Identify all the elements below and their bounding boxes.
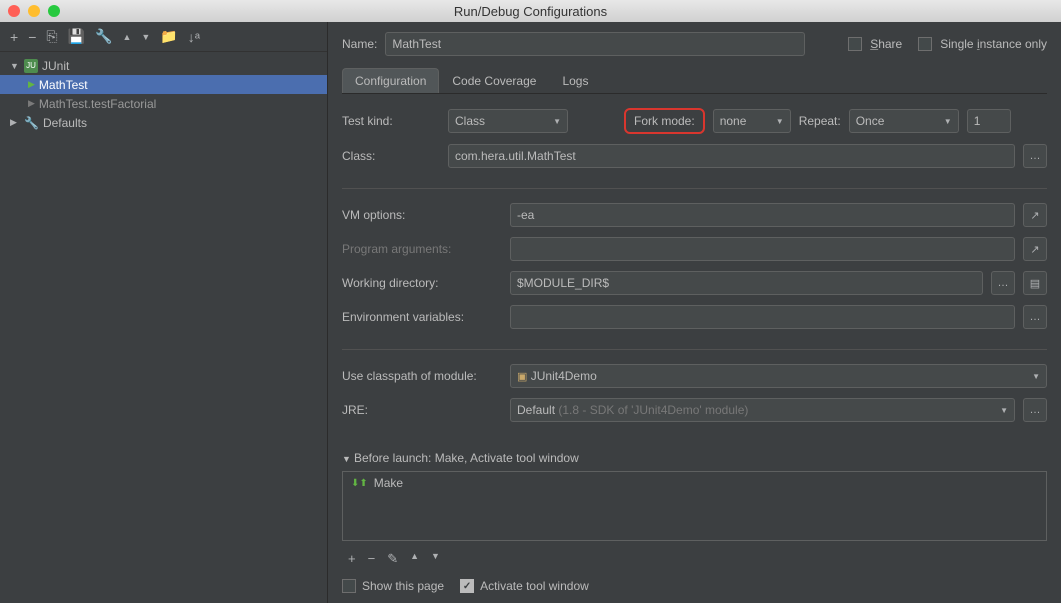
- module-icon: ▣: [517, 371, 527, 383]
- share-label: SSharehare: [870, 37, 902, 51]
- run-arrow-icon: ▶: [28, 79, 35, 90]
- remove-config-icon[interactable]: −: [28, 29, 36, 45]
- run-arrow-icon: ▶: [28, 98, 35, 109]
- junit-icon: JU: [24, 59, 38, 73]
- tree-label: MathTest: [39, 78, 88, 92]
- collapsed-arrow-icon: ▶: [10, 117, 20, 128]
- maximize-window-button[interactable]: [48, 5, 60, 17]
- test-kind-label: Test kind:: [342, 114, 440, 128]
- sort-icon[interactable]: ↓ᵃ: [188, 29, 200, 45]
- classpath-select[interactable]: ▣ JUnit4Demo ▼: [510, 364, 1047, 388]
- name-input[interactable]: [385, 32, 805, 56]
- tab-configuration[interactable]: Configuration: [342, 68, 439, 93]
- move-down-icon[interactable]: ▼: [141, 32, 150, 42]
- expand-vm-button[interactable]: ↗: [1023, 203, 1047, 227]
- config-tree: ▼ JU JUnit ▶ MathTest ▶ MathTest.testFac…: [0, 52, 327, 603]
- show-page-label: Show this page: [362, 579, 444, 593]
- add-task-icon[interactable]: +: [348, 551, 356, 567]
- tabs: Configuration Code Coverage Logs: [342, 68, 1047, 94]
- fork-mode-select[interactable]: none▼: [713, 109, 791, 133]
- browse-class-button[interactable]: …: [1023, 144, 1047, 168]
- single-instance-checkbox[interactable]: [918, 37, 932, 51]
- share-checkbox[interactable]: [848, 37, 862, 51]
- expand-args-button[interactable]: ↗: [1023, 237, 1047, 261]
- tree-label: MathTest.testFactorial: [39, 97, 156, 111]
- workdir-label: Working directory:: [342, 276, 502, 290]
- add-config-icon[interactable]: +: [10, 29, 18, 45]
- launch-item-make[interactable]: ⬇⬆ Make: [343, 472, 1046, 494]
- launch-toolbar: + − ✎ ▲ ▼: [342, 547, 1047, 571]
- content-panel: Name: SSharehare Single instance only Co…: [328, 22, 1061, 603]
- repeat-count-input[interactable]: [967, 109, 1011, 133]
- minimize-window-button[interactable]: [28, 5, 40, 17]
- close-window-button[interactable]: [8, 5, 20, 17]
- show-page-checkbox[interactable]: [342, 579, 356, 593]
- edit-task-icon[interactable]: ✎: [387, 551, 398, 567]
- vm-options-input[interactable]: [510, 203, 1015, 227]
- move-task-down-icon[interactable]: ▼: [431, 551, 440, 567]
- sidebar: + − ⎘ 💾 🔧 ▲ ▼ 📁 ↓ᵃ ▼ JU JUnit ▶ MathTest…: [0, 22, 328, 603]
- repeat-select[interactable]: Once▼: [849, 109, 959, 133]
- env-input[interactable]: [510, 305, 1015, 329]
- folder-icon[interactable]: 📁: [160, 28, 177, 45]
- tree-node-testfactorial[interactable]: ▶ MathTest.testFactorial: [0, 94, 327, 113]
- expand-arrow-icon: ▼: [10, 61, 20, 71]
- browse-workdir-button[interactable]: …: [991, 271, 1015, 295]
- wrench-icon: 🔧: [24, 116, 39, 130]
- save-config-icon[interactable]: 💾: [68, 28, 85, 45]
- browse-jre-button[interactable]: …: [1023, 398, 1047, 422]
- jre-select[interactable]: Default (1.8 - SDK of 'JUnit4Demo' modul…: [510, 398, 1015, 422]
- fork-mode-highlight: Fork mode:: [624, 108, 705, 134]
- env-label: Environment variables:: [342, 310, 502, 324]
- window-title: Run/Debug Configurations: [454, 4, 607, 19]
- chevron-down-icon: ▼: [944, 117, 952, 126]
- tree-node-junit[interactable]: ▼ JU JUnit: [0, 56, 327, 75]
- tree-label: Defaults: [43, 116, 87, 130]
- move-up-icon[interactable]: ▲: [122, 32, 131, 42]
- repeat-label: Repeat:: [799, 114, 841, 128]
- chevron-down-icon: ▼: [553, 117, 561, 126]
- remove-task-icon[interactable]: −: [368, 551, 376, 567]
- window-titlebar: Run/Debug Configurations: [0, 0, 1061, 22]
- chevron-down-icon: ▼: [1032, 372, 1040, 381]
- chevron-down-icon: ▼: [776, 117, 784, 126]
- class-input[interactable]: [448, 144, 1015, 168]
- program-args-label: Program arguments:: [342, 242, 502, 256]
- sidebar-toolbar: + − ⎘ 💾 🔧 ▲ ▼ 📁 ↓ᵃ: [0, 22, 327, 52]
- collapse-arrow-icon: ▼: [342, 454, 351, 464]
- workdir-input[interactable]: [510, 271, 983, 295]
- program-args-input[interactable]: [510, 237, 1015, 261]
- vm-options-label: VM options:: [342, 208, 502, 222]
- settings-icon[interactable]: 🔧: [95, 28, 112, 45]
- browse-env-button[interactable]: …: [1023, 305, 1047, 329]
- move-task-up-icon[interactable]: ▲: [410, 551, 419, 567]
- single-instance-label: Single instance only: [940, 37, 1047, 51]
- test-kind-select[interactable]: Class▼: [448, 109, 568, 133]
- activate-checkbox[interactable]: ✓: [460, 579, 474, 593]
- tree-node-mathtest[interactable]: ▶ MathTest: [0, 75, 327, 94]
- activate-label: Activate tool window: [480, 579, 589, 593]
- tab-code-coverage[interactable]: Code Coverage: [439, 68, 549, 93]
- tab-logs[interactable]: Logs: [549, 68, 601, 93]
- workdir-list-button[interactable]: ▤: [1023, 271, 1047, 295]
- classpath-label: Use classpath of module:: [342, 369, 502, 383]
- jre-label: JRE:: [342, 403, 502, 417]
- before-launch-header[interactable]: ▼ Before launch: Make, Activate tool win…: [342, 451, 1047, 465]
- class-label: Class:: [342, 149, 440, 163]
- chevron-down-icon: ▼: [1000, 406, 1008, 415]
- tree-node-defaults[interactable]: ▶ 🔧 Defaults: [0, 113, 327, 132]
- name-label: Name:: [342, 37, 377, 51]
- make-icon: ⬇⬆: [351, 478, 368, 489]
- fork-mode-label: Fork mode:: [634, 114, 695, 128]
- before-launch-list[interactable]: ⬇⬆ Make: [342, 471, 1047, 541]
- copy-config-icon[interactable]: ⎘: [46, 28, 57, 45]
- tree-label: JUnit: [42, 59, 69, 73]
